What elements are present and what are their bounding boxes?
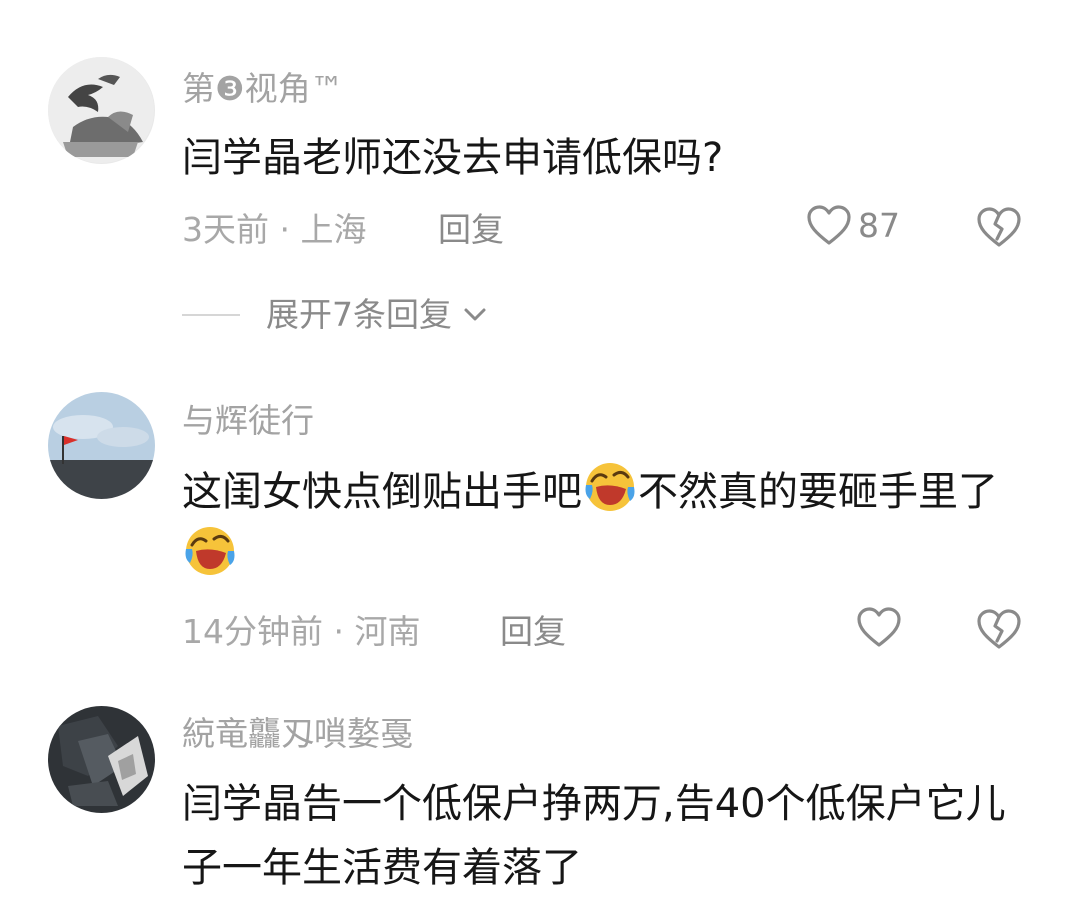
chevron-down-icon [464,308,486,320]
username[interactable]: 綂竜龘刄嗩嫯戞 [182,717,413,750]
dislike-button[interactable] [976,206,1022,252]
avatar[interactable] [48,706,155,813]
expand-replies-button[interactable]: 展开7条回复 [182,298,490,331]
comment-time-location: 3天前 · 上海 [182,210,367,249]
comment-text: 闫学晶告一个低保户挣两万,告40个低保户它儿子一年生活费有着落了 [182,781,1006,891]
comment-text-part: 不然真的要砸手里了 [638,469,998,515]
dislike-button[interactable] [976,608,1022,654]
username[interactable]: 与辉徒行 [182,404,314,437]
broken-heart-icon [977,207,1021,247]
like-button[interactable]: 87 [806,204,900,246]
heart-outline-icon [857,607,901,647]
reply-button[interactable]: 回复 [438,213,504,246]
expand-divider [182,313,240,316]
comment-time-location: 14分钟前 · 河南 [182,612,421,651]
username[interactable]: 第❸视角™ [182,72,344,105]
heart-outline-icon [807,205,851,245]
comment-text: 闫学晶老师还没去申请低保吗? [182,135,724,181]
comment-text-part: 这闺女快点倒贴出手吧 [182,469,582,515]
like-button[interactable] [856,606,902,648]
broken-heart-icon [977,609,1021,649]
reply-button[interactable]: 回复 [500,615,566,648]
like-count: 87 [858,205,900,245]
avatar[interactable] [48,392,155,499]
avatar[interactable] [48,57,155,164]
comment-text: 这闺女快点倒贴出手吧 不然真的要砸手里了 [182,460,1032,588]
expand-replies-label: 展开7条回复 [266,295,452,334]
laughing-crying-emoji-icon [185,527,235,575]
laughing-crying-emoji-icon [585,463,635,511]
